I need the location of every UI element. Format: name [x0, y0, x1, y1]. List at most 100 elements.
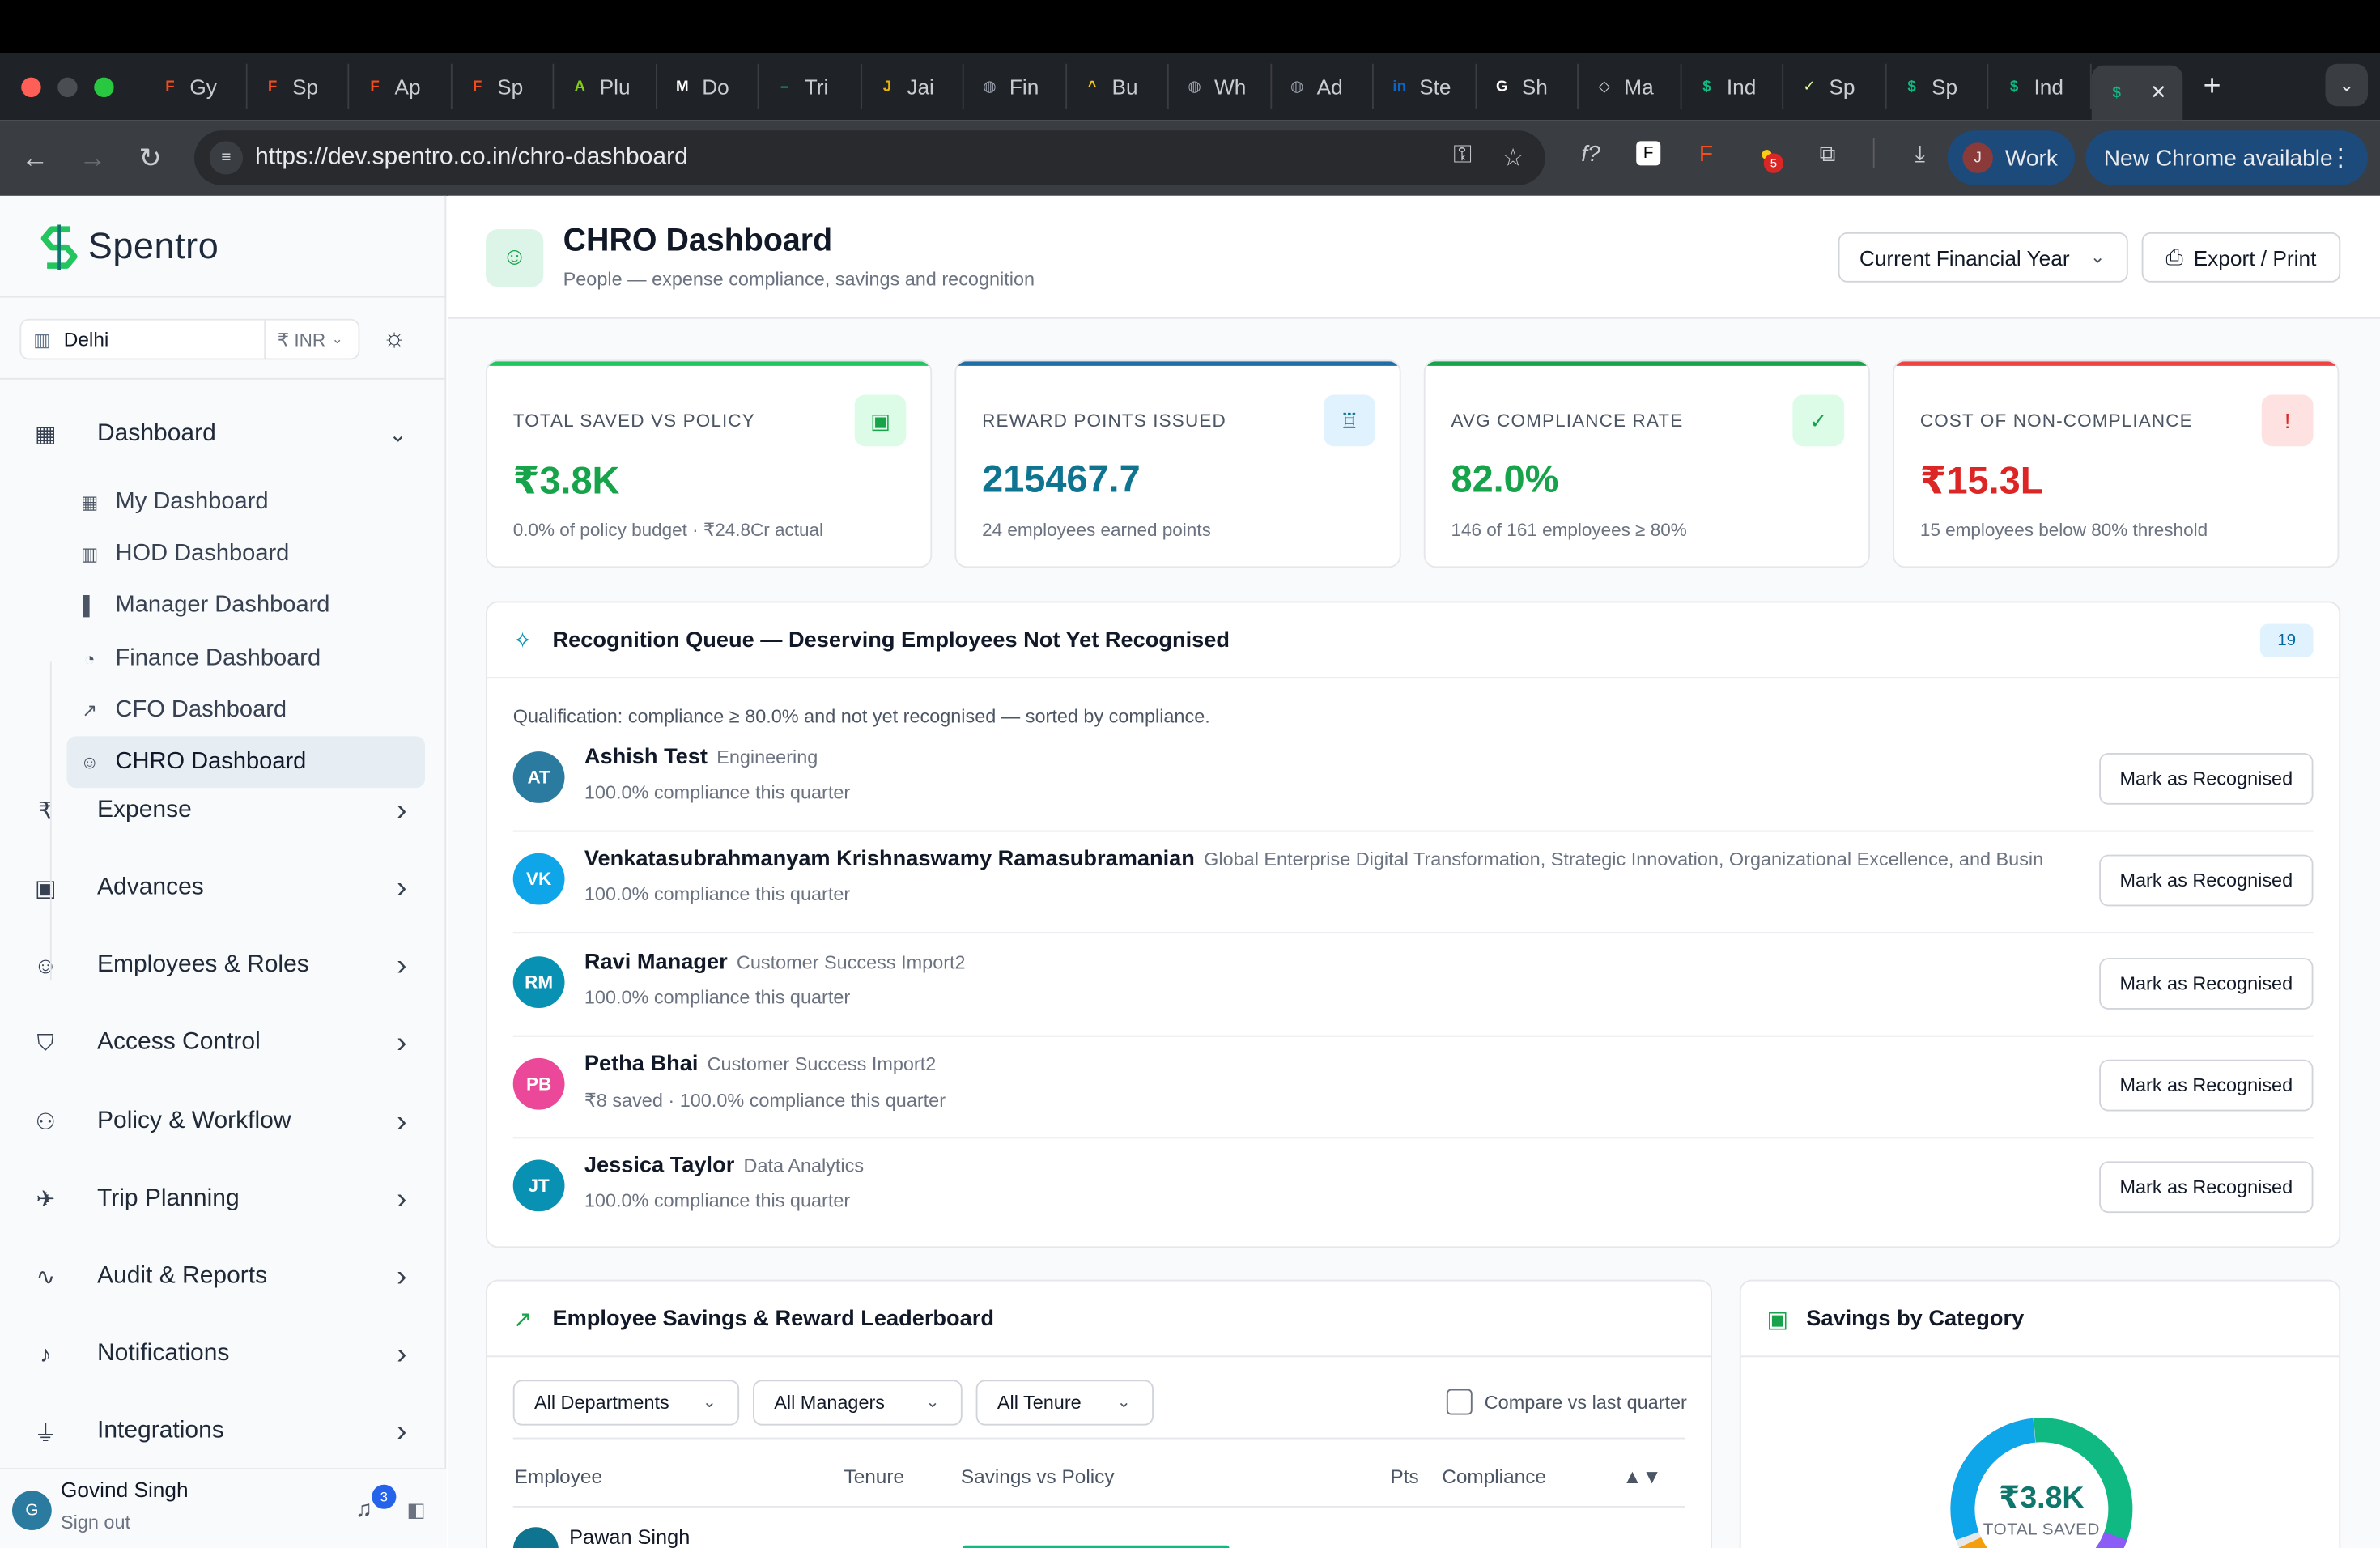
- subnav-item-my-dashboard[interactable]: ▦ My Dashboard: [67, 477, 426, 529]
- chevron-right-icon: ›: [396, 1259, 407, 1293]
- mark-recognised-button[interactable]: Mark as Recognised: [2099, 753, 2314, 805]
- bookmark-star-icon[interactable]: ☆: [1502, 142, 1524, 173]
- browser-tab[interactable]: F Sp: [247, 63, 350, 109]
- employee-name: Ashish Test Engineering: [584, 746, 818, 770]
- chevron-right-icon: ›: [396, 870, 407, 904]
- compare-toggle[interactable]: Compare vs last quarter: [1446, 1389, 1687, 1415]
- currency-selector[interactable]: ₹ INR ⌄: [263, 320, 359, 359]
- profile-button[interactable]: J Work: [1947, 130, 2076, 185]
- browser-tab[interactable]: ◍ Wh: [1169, 63, 1272, 109]
- column-points[interactable]: Pts: [1391, 1465, 1419, 1487]
- brand[interactable]: Spentro: [40, 223, 219, 272]
- password-key-icon[interactable]: ⚿: [1453, 142, 1472, 173]
- tab-title: Gy: [189, 74, 217, 99]
- forward-button[interactable]: →: [64, 142, 121, 173]
- sidebar-item-employees-roles[interactable]: ☺ Employees & Roles ›: [31, 948, 426, 981]
- browser-tab[interactable]: ◍ Ad: [1271, 63, 1374, 109]
- minimize-window-button[interactable]: [57, 76, 78, 97]
- url-text[interactable]: https://dev.spentro.co.in/chro-dashboard: [255, 144, 688, 172]
- browser-tab[interactable]: ◍ Fin: [964, 63, 1067, 109]
- employee-name-text: Jessica Taylor: [584, 1154, 735, 1179]
- browser-tab[interactable]: F Sp: [452, 63, 555, 109]
- subnav-item-finance-dashboard[interactable]: ◔ Finance Dashboard: [67, 632, 426, 684]
- department-filter[interactable]: All Departments ⌄: [512, 1380, 740, 1426]
- subnav-label: Finance Dashboard: [115, 644, 321, 670]
- sidebar-item-integrations[interactable]: ⏚ Integrations ›: [31, 1414, 426, 1448]
- mark-recognised-button[interactable]: Mark as Recognised: [2099, 1059, 2314, 1112]
- column-tenure[interactable]: Tenure: [844, 1465, 905, 1487]
- export-print-button[interactable]: ⎙ Export / Print: [2141, 232, 2341, 283]
- active-tab[interactable]: $ ✕: [2090, 65, 2182, 121]
- figma-extension-icon[interactable]: F: [1691, 140, 1722, 166]
- maximize-window-button[interactable]: [94, 76, 114, 97]
- collapse-sidebar-icon[interactable]: ◧: [407, 1499, 426, 1523]
- browser-tab[interactable]: M Do: [657, 63, 759, 109]
- back-button[interactable]: ←: [6, 142, 64, 173]
- manager-filter[interactable]: All Managers ⌄: [753, 1380, 963, 1426]
- browser-tab[interactable]: in Ste: [1374, 63, 1477, 109]
- framer-extension-icon[interactable]: F: [1636, 141, 1661, 166]
- subnav-item-chro-dashboard[interactable]: ☺ CHRO Dashboard: [66, 736, 425, 789]
- sidebar-item-access-control[interactable]: ⛉ Access Control ›: [31, 1026, 426, 1059]
- column-compliance[interactable]: Compliance: [1442, 1465, 1546, 1487]
- browser-tab[interactable]: ◇ Ma: [1579, 63, 1681, 109]
- sign-out-link[interactable]: Sign out: [61, 1512, 130, 1533]
- notifications-bell-icon[interactable]: ♫: [355, 1497, 372, 1523]
- compare-checkbox[interactable]: [1446, 1389, 1473, 1415]
- column-employee[interactable]: Employee: [515, 1465, 602, 1487]
- sidebar-item-advances[interactable]: ▣ Advances ›: [31, 870, 426, 904]
- tab-search-button[interactable]: ⌄: [2325, 63, 2368, 107]
- table-row[interactable]: Pawan Singh: [512, 1521, 1685, 1548]
- site-info-icon[interactable]: ≡: [209, 141, 243, 175]
- sidebar-item-notifications[interactable]: ♪ Notifications ›: [31, 1337, 426, 1370]
- address-bar[interactable]: ≡ https://dev.spentro.co.in/chro-dashboa…: [194, 130, 1545, 185]
- more-menu-icon[interactable]: ⋮: [2328, 142, 2352, 173]
- subnav-item-hod-dashboard[interactable]: ▥ HOD Dashboard: [67, 529, 426, 580]
- reload-button[interactable]: ↻: [121, 142, 179, 173]
- extensions-puzzle-icon[interactable]: ⧉: [1813, 140, 1843, 166]
- close-tab-icon[interactable]: ✕: [2150, 80, 2166, 104]
- browser-tab[interactable]: ^ Bu: [1066, 63, 1169, 109]
- browser-tab[interactable]: F Ap: [349, 63, 452, 109]
- mark-recognised-button[interactable]: Mark as Recognised: [2099, 855, 2314, 907]
- shield-icon: ⛉: [36, 1030, 54, 1057]
- mark-recognised-button[interactable]: Mark as Recognised: [2099, 1161, 2314, 1214]
- queue-row: RM Ravi Manager Customer Success Import2 10…: [512, 934, 2314, 1036]
- new-tab-button[interactable]: +: [2182, 69, 2242, 104]
- user-avatar[interactable]: G: [12, 1491, 52, 1530]
- extension-with-badge-icon[interactable]: ● 5: [1752, 140, 1784, 172]
- sidebar-item-policy-workflow[interactable]: ⚇ Policy & Workflow ›: [31, 1104, 426, 1138]
- browser-tab[interactable]: $ Ind: [1988, 63, 2091, 109]
- browser-tab[interactable]: $ Ind: [1681, 63, 1784, 109]
- tab-favicon-icon: G: [1496, 78, 1508, 96]
- mark-recognised-button[interactable]: Mark as Recognised: [2099, 957, 2314, 1010]
- tenure-filter[interactable]: All Tenure ⌄: [975, 1380, 1154, 1426]
- browser-tab[interactable]: ✓ Sp: [1783, 63, 1886, 109]
- browser-tab[interactable]: F Gy: [144, 63, 247, 109]
- browser-tab[interactable]: J Jai: [861, 63, 964, 109]
- sidebar: Spentro ▥ Delhi ₹ INR ⌄ ☼ ▦ Dashboard ⌄ ₹ Exp…: [0, 195, 447, 1548]
- subnav-item-cfo-dashboard[interactable]: ↗ CFO Dashboard: [67, 684, 426, 736]
- formula-extension-icon[interactable]: f?: [1575, 140, 1606, 166]
- sidebar-item-audit-reports[interactable]: ∿ Audit & Reports ›: [31, 1259, 426, 1293]
- sidebar-item-trip-planning[interactable]: ✈ Trip Planning ›: [31, 1182, 426, 1215]
- kpi-card: COST OF NON-COMPLIANCE! ₹15.3L 15 employee…: [1893, 359, 2340, 568]
- sidebar-item-expense[interactable]: ₹ Expense ›: [31, 793, 426, 827]
- column-savings[interactable]: Savings vs Policy: [961, 1465, 1115, 1487]
- department: Data Analytics: [743, 1155, 865, 1177]
- close-window-button[interactable]: [21, 76, 41, 97]
- browser-tab[interactable]: A Plu: [554, 63, 657, 109]
- sidebar-item-dashboard[interactable]: ▦ Dashboard ⌄: [31, 419, 426, 450]
- downloads-icon[interactable]: ⤓: [1905, 140, 1936, 166]
- sort-toggle-icon[interactable]: ▲▼: [1622, 1465, 1661, 1487]
- browser-tab[interactable]: $ Sp: [1886, 63, 1989, 109]
- browser-tab[interactable]: G Sh: [1476, 63, 1579, 109]
- update-chrome-button[interactable]: New Chrome available ⋮: [2085, 130, 2368, 185]
- location-selector[interactable]: ▥ Delhi ₹ INR ⌄: [19, 318, 360, 360]
- period-select[interactable]: Current Financial Year ⌄: [1838, 232, 2128, 283]
- subnav-item-manager-dashboard[interactable]: ▌ Manager Dashboard: [67, 580, 426, 632]
- browser-tab[interactable]: – Tri: [759, 63, 862, 109]
- dashboard-icon: ▌: [83, 595, 96, 617]
- grid-icon: ▦: [34, 422, 57, 449]
- theme-toggle-sun-icon[interactable]: ☼: [383, 323, 406, 354]
